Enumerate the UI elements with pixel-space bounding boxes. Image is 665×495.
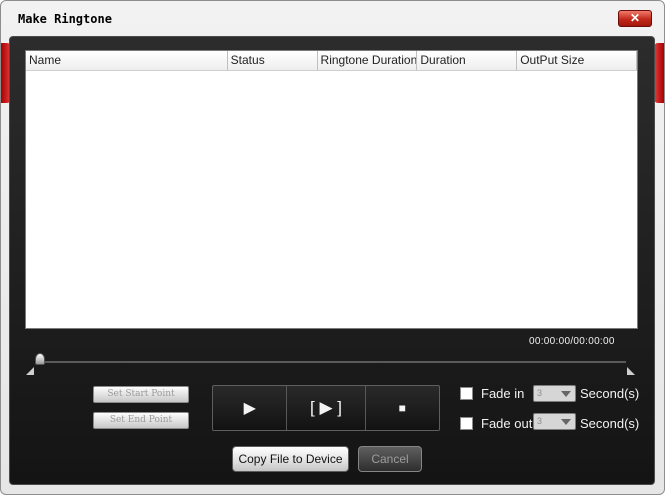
fade-out-seconds-value: 3 bbox=[537, 416, 543, 426]
play-segment-button[interactable]: [ ▶ ] bbox=[287, 386, 366, 430]
column-header-output-size[interactable]: OutPut Size bbox=[517, 51, 638, 70]
fade-out-label: Fade out bbox=[481, 416, 533, 431]
time-display: 00:00:00/00:00:00 bbox=[529, 336, 615, 347]
chevron-down-icon bbox=[561, 419, 571, 425]
play-button[interactable]: ▶ bbox=[213, 386, 288, 430]
start-marker-icon[interactable] bbox=[26, 367, 34, 375]
close-button[interactable]: ✕ bbox=[618, 10, 652, 27]
right-red-accent bbox=[654, 43, 664, 103]
close-icon: ✕ bbox=[629, 11, 641, 25]
list-header: Name Status Ringtone Duration Duration O… bbox=[26, 51, 638, 71]
fade-in-label: Fade in bbox=[481, 386, 525, 401]
fade-in-seconds-select[interactable]: 3 bbox=[533, 385, 576, 402]
transport-controls: ▶ [ ▶ ] ■ bbox=[212, 385, 440, 431]
fade-in-checkbox[interactable] bbox=[460, 387, 473, 400]
seek-thumb[interactable] bbox=[35, 353, 45, 365]
ringtone-list[interactable]: Name Status Ringtone Duration Duration O… bbox=[25, 50, 638, 329]
chevron-down-icon bbox=[561, 391, 571, 397]
set-start-point-button[interactable]: Set Start Point bbox=[93, 386, 189, 403]
fade-in-unit: Second(s) bbox=[580, 386, 640, 401]
stop-button[interactable]: ■ bbox=[366, 386, 439, 430]
copy-file-to-device-button[interactable]: Copy File to Device bbox=[232, 446, 349, 472]
column-header-duration[interactable]: Duration bbox=[417, 51, 518, 70]
window-title: Make Ringtone bbox=[18, 12, 112, 26]
play-icon: ▶ bbox=[243, 400, 256, 417]
stop-icon: ■ bbox=[398, 401, 406, 415]
end-marker-icon[interactable] bbox=[627, 367, 635, 375]
play-segment-icon: [ ▶ ] bbox=[310, 398, 342, 417]
seek-track[interactable] bbox=[39, 361, 626, 363]
fade-out-unit: Second(s) bbox=[580, 416, 640, 431]
fade-out-checkbox[interactable] bbox=[460, 417, 473, 430]
column-header-ringtone-duration[interactable]: Ringtone Duration bbox=[318, 51, 418, 70]
cancel-button[interactable]: Cancel bbox=[358, 446, 422, 472]
fade-in-seconds-value: 3 bbox=[537, 388, 543, 398]
fade-out-seconds-select[interactable]: 3 bbox=[533, 413, 576, 430]
column-header-status[interactable]: Status bbox=[228, 51, 318, 70]
set-end-point-button[interactable]: Set End Point bbox=[93, 412, 189, 429]
column-header-name[interactable]: Name bbox=[26, 51, 228, 70]
